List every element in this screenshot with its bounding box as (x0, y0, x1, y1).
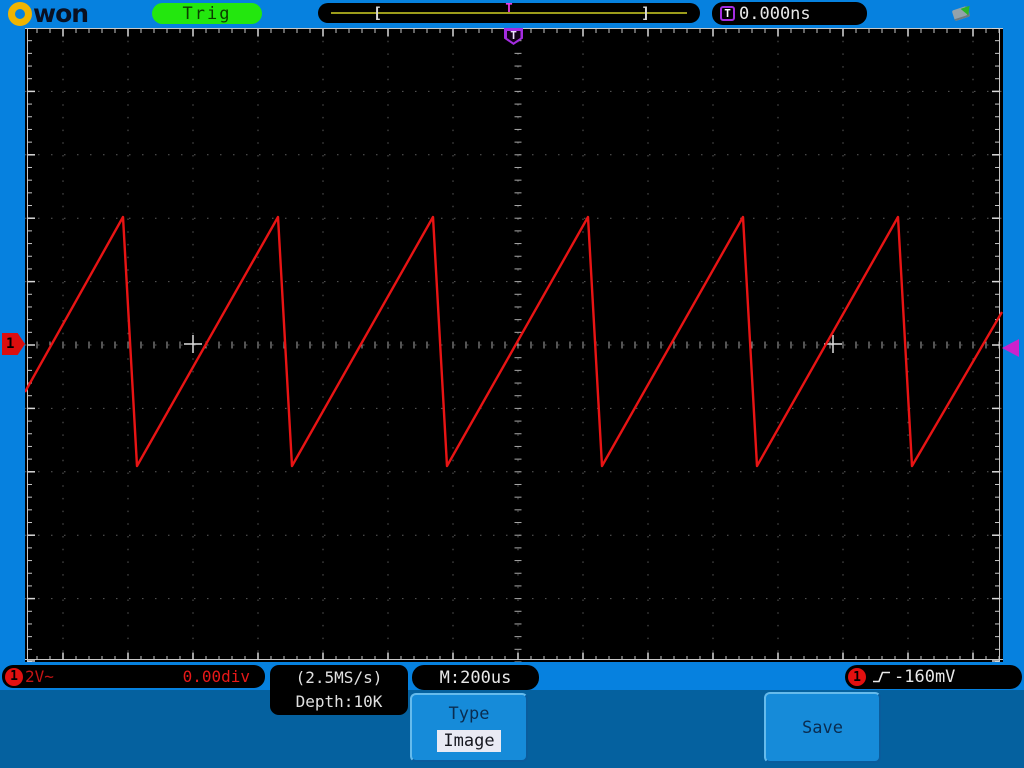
graticule-and-trace (25, 28, 1003, 662)
channel1-badge: 1 (5, 667, 23, 686)
trigger-status-badge: Trig (152, 3, 262, 24)
memory-depth: Depth:10K (295, 692, 383, 711)
memory-trigger-marker-icon: T (505, 1, 513, 15)
channel1-trace (25, 215, 1003, 468)
trigger-t-icon: T (720, 6, 735, 21)
trigger-status-label: Trig (182, 3, 232, 24)
channel1-scale: 2V~ (25, 667, 54, 686)
waveform-display (25, 28, 1003, 662)
window-right-bracket: ] (641, 4, 651, 22)
owon-logo-o-icon (8, 2, 32, 26)
memory-window-bar: [ ] T (318, 1, 700, 23)
timebase-value: M:200us (439, 667, 512, 688)
trigger-time-value: 0.000ns (739, 3, 811, 24)
type-button-value: Image (437, 730, 501, 752)
owon-logo: won (8, 0, 89, 28)
rising-edge-icon (873, 671, 890, 683)
timebase-readout: M:200us (412, 665, 539, 690)
type-button-label: Type (448, 704, 490, 724)
trigger-level-arrow-icon[interactable] (1002, 339, 1019, 357)
channel1-readout: 1 2V~ 0.00div (2, 665, 265, 688)
save-button-label: Save (802, 717, 843, 738)
trigger-level-readout: 1 -160mV (845, 665, 1022, 689)
trigger-level-value: -160mV (894, 667, 956, 687)
sample-rate: (2.5MS/s) (295, 668, 383, 687)
trigger-position-shield-label: T (510, 29, 517, 42)
owon-logo-text: won (33, 0, 89, 28)
channel1-zero-marker[interactable]: 1 (2, 333, 25, 355)
acquisition-readout: (2.5MS/s) Depth:10K (270, 665, 408, 715)
window-left-bracket: [ (373, 4, 383, 22)
save-button[interactable]: Save (764, 692, 881, 763)
channel1-position: 0.00div (182, 667, 250, 686)
trigger-time-readout: T 0.000ns (712, 2, 867, 25)
type-button[interactable]: Type Image (410, 693, 528, 762)
oscilloscope-screen: won Trig [ ] T T 0.000ns T 1 1 2V~ 0.00d… (0, 0, 1024, 768)
usb-storage-icon (951, 2, 974, 22)
trigger-source-badge: 1 (848, 668, 866, 686)
